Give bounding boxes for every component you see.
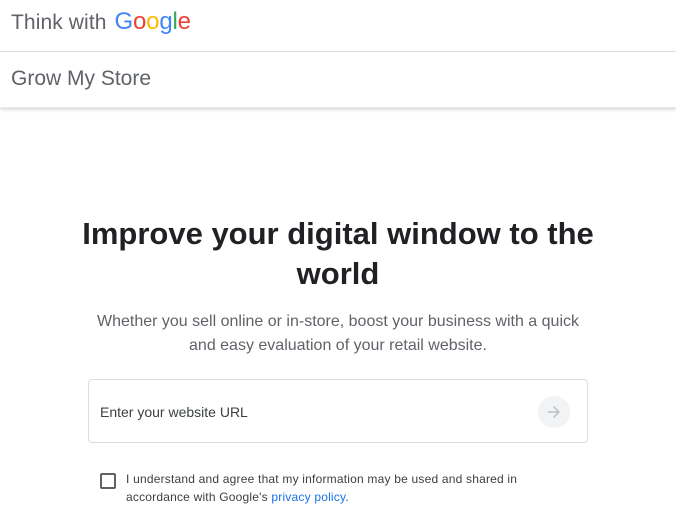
logo-letter: g [159, 8, 173, 35]
privacy-policy-link[interactable]: privacy policy [271, 490, 345, 504]
consent-text-end: . [345, 490, 349, 504]
submit-button[interactable] [538, 396, 570, 428]
logo-letter: G [114, 8, 134, 35]
brand-prefix: Think with [11, 11, 107, 34]
arrow-right-icon [548, 406, 560, 418]
sub-header: Grow My Store [0, 52, 676, 108]
think-with-google-logo[interactable]: Think with Google [11, 8, 191, 36]
url-form [88, 379, 588, 443]
page-title-line: world [296, 256, 380, 291]
consent-checkbox[interactable] [100, 473, 116, 489]
website-url-input[interactable] [100, 400, 520, 424]
page-subtitle: Whether you sell online or in-store, boo… [80, 310, 596, 358]
logo-letter: o [133, 8, 147, 35]
page-title: Improve your digital window to the world [60, 214, 616, 294]
google-wordmark: Google [115, 8, 191, 36]
logo-letter: e [177, 8, 191, 35]
page-title-line: Improve your digital window to the [82, 216, 594, 251]
grow-my-store-title[interactable]: Grow My Store [11, 67, 151, 91]
page-subtitle-line: Whether you sell online or in-store, boo… [96, 313, 579, 330]
consent-text: I understand and agree that my informati… [126, 470, 566, 506]
logo-letter: o [146, 8, 160, 35]
page-subtitle-line: and easy evaluation of your retail websi… [189, 337, 487, 354]
top-bar: Think with Google [0, 0, 676, 52]
